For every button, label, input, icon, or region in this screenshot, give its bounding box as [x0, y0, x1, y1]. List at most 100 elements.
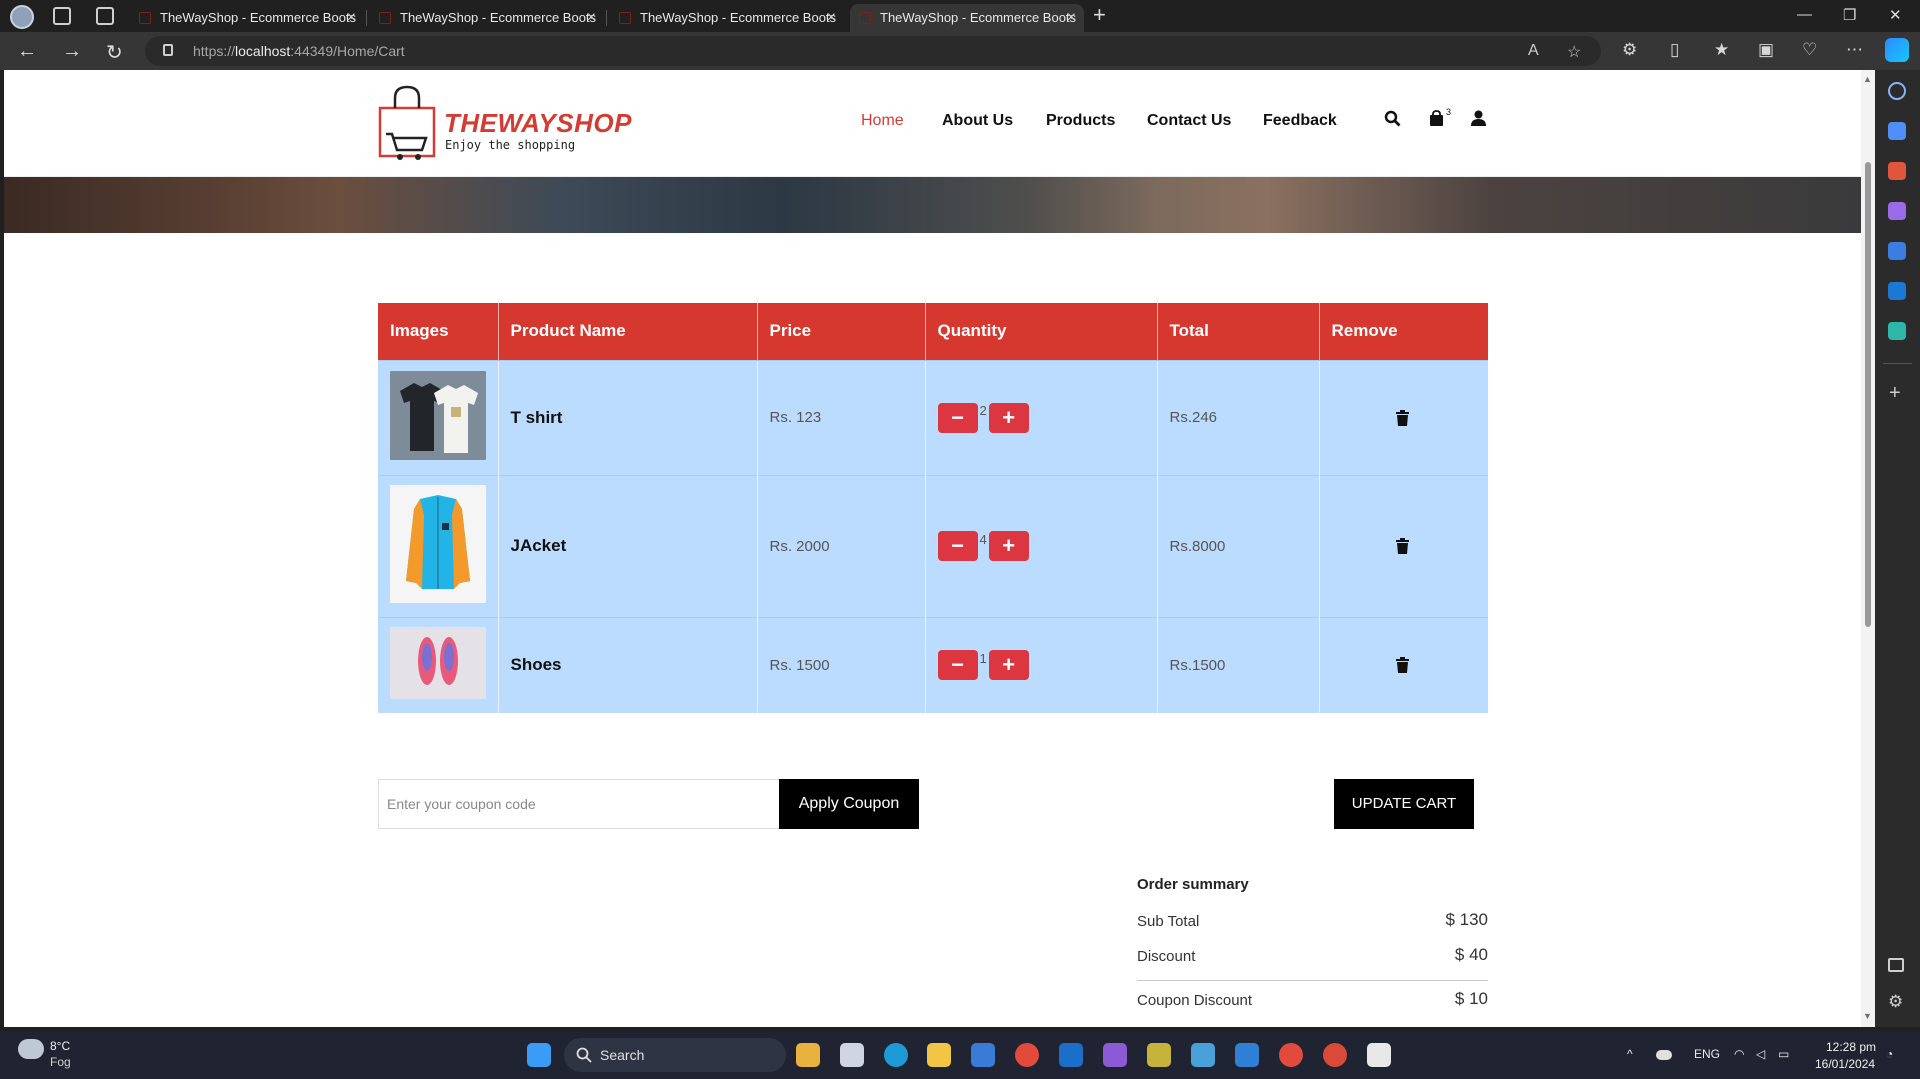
chrome-profile-icon[interactable] [1279, 1043, 1303, 1067]
weather-fog-icon[interactable] [18, 1039, 44, 1059]
sidebar-games-icon[interactable] [1888, 202, 1906, 220]
close-tab-icon[interactable]: × [347, 4, 356, 32]
tray-overflow-icon[interactable]: ^ [1627, 1047, 1633, 1061]
extensions-icon[interactable]: ⚙ [1622, 40, 1637, 60]
onedrive-cloud-icon[interactable] [1656, 1050, 1672, 1060]
battery-icon[interactable]: ▭ [1778, 1047, 1789, 1061]
snipping-tool-icon[interactable] [1367, 1043, 1391, 1067]
browser-tab-4-active[interactable]: TheWayShop - Ecommerce Boots × [850, 4, 1084, 32]
trash-icon[interactable] [1395, 409, 1409, 426]
scroll-up-icon[interactable]: ▲ [1863, 74, 1872, 84]
task-view-icon[interactable] [840, 1043, 864, 1067]
forward-icon[interactable]: → [62, 40, 82, 63]
nav-contact-us[interactable]: Contact Us [1147, 112, 1231, 130]
shopping-bag-icon[interactable] [1429, 110, 1444, 126]
copilot-icon[interactable] [1885, 38, 1909, 62]
decrease-quantity-button[interactable]: − [937, 531, 978, 561]
file-explorer-icon[interactable] [927, 1043, 951, 1067]
lock-icon[interactable] [163, 44, 173, 56]
language-indicator[interactable]: ENG [1694, 1047, 1720, 1061]
minimize-icon[interactable]: — [1797, 6, 1812, 23]
tab-favicon [139, 12, 151, 24]
page-viewport: THEWAYSHOP Enjoy the shopping Home About… [4, 70, 1861, 1027]
page-scrollbar[interactable]: ▲ ▼ [1861, 70, 1875, 1027]
taskbar-time[interactable]: 12:28 pm [1826, 1040, 1876, 1054]
read-aloud-icon[interactable]: A [1528, 42, 1539, 60]
start-windows-icon[interactable] [527, 1043, 551, 1067]
remote-desktop-icon[interactable] [1191, 1043, 1215, 1067]
taskbar-date[interactable]: 16/01/2024 [1815, 1057, 1875, 1071]
logo-title[interactable]: THEWAYSHOP [444, 108, 632, 139]
nav-products[interactable]: Products [1046, 112, 1115, 130]
tshirt-product-image[interactable] [390, 371, 486, 460]
shopping-bag-logo-icon[interactable] [378, 84, 436, 162]
volume-icon[interactable]: ◁ [1756, 1047, 1765, 1061]
increase-quantity-button[interactable]: + [988, 402, 1029, 433]
increase-quantity-button[interactable]: + [988, 531, 1029, 561]
update-cart-button[interactable]: UPDATE CART [1334, 779, 1474, 829]
nav-about-us[interactable]: About Us [942, 112, 1013, 130]
notepad-icon[interactable] [1235, 1043, 1259, 1067]
sidebar-outlook-icon[interactable] [1888, 282, 1906, 300]
visual-studio-icon[interactable] [1103, 1043, 1127, 1067]
back-icon[interactable]: ← [17, 40, 37, 63]
close-window-icon[interactable]: ✕ [1889, 6, 1902, 24]
profile-avatar[interactable] [10, 5, 34, 29]
notifications-bell-icon[interactable]: ◔ [1886, 1047, 1893, 1061]
collections-icon[interactable]: ▣ [1758, 40, 1774, 60]
sidebar-m365-icon[interactable] [1888, 242, 1906, 260]
outlook-icon[interactable] [1059, 1043, 1083, 1067]
sidebar-settings-gear-icon[interactable]: ⚙ [1888, 992, 1903, 1012]
edge-browser-icon[interactable] [884, 1043, 908, 1067]
weather-condition[interactable]: Fog [50, 1055, 71, 1069]
microsoft-store-icon[interactable] [971, 1043, 995, 1067]
favorite-star-icon[interactable]: ☆ [1567, 42, 1581, 62]
search-icon[interactable] [1384, 110, 1401, 127]
decrease-quantity-button[interactable]: − [937, 402, 978, 433]
close-tab-icon[interactable]: × [587, 4, 596, 32]
close-tab-icon[interactable]: × [827, 4, 836, 32]
sidebar-drop-icon[interactable] [1888, 322, 1906, 340]
browser-essentials-icon[interactable]: ♡ [1802, 40, 1817, 60]
coupon-code-input[interactable]: Enter your coupon code [378, 779, 782, 829]
sidebar-search-icon[interactable] [1888, 82, 1906, 100]
address-bar[interactable]: https://localhost:44349/Home/Cart A ☆ [145, 36, 1601, 66]
sidebar-hide-icon[interactable] [1888, 958, 1904, 972]
shoes-product-image[interactable] [390, 627, 486, 700]
new-tab-button[interactable]: + [1093, 2, 1106, 28]
browser-tab-2[interactable]: TheWayShop - Ecommerce Boots × [370, 4, 604, 32]
trash-icon[interactable] [1395, 657, 1409, 674]
decrease-quantity-button[interactable]: − [937, 650, 978, 681]
taskbar-search-icon [576, 1047, 592, 1063]
refresh-icon[interactable]: ↻ [106, 40, 123, 65]
increase-quantity-button[interactable]: + [988, 650, 1029, 681]
split-screen-icon[interactable]: ▯ [1670, 40, 1679, 60]
apply-coupon-button[interactable]: Apply Coupon [779, 779, 919, 829]
more-menu-icon[interactable]: ⋯ [1846, 40, 1863, 60]
scrollbar-thumb[interactable] [1865, 162, 1871, 627]
restore-icon[interactable]: ❐ [1843, 6, 1856, 24]
trash-icon[interactable] [1395, 538, 1409, 554]
url-text[interactable]: https://localhost:44349/Home/Cart [193, 43, 405, 59]
jacket-product-image[interactable] [390, 485, 486, 603]
close-tab-icon[interactable]: × [1067, 4, 1076, 32]
browser-tab-1[interactable]: TheWayShop - Ecommerce Boots × [130, 4, 364, 32]
app-icon[interactable] [1147, 1043, 1171, 1067]
wifi-icon[interactable]: ◠ [1734, 1047, 1744, 1061]
chrome-icon[interactable] [1015, 1043, 1039, 1067]
nav-home[interactable]: Home [861, 112, 904, 130]
copilot-taskbar-icon[interactable] [796, 1043, 820, 1067]
workspaces-icon[interactable] [53, 7, 71, 25]
favorites-icon[interactable]: ★ [1714, 40, 1729, 60]
sidebar-tools-icon[interactable] [1888, 162, 1906, 180]
scroll-down-icon[interactable]: ▼ [1863, 1011, 1872, 1021]
chrome-profile-2-icon[interactable] [1323, 1043, 1347, 1067]
tab-actions-icon[interactable] [96, 7, 114, 25]
nav-feedback[interactable]: Feedback [1263, 112, 1337, 130]
weather-temperature[interactable]: 8°C [50, 1039, 70, 1053]
browser-tab-3[interactable]: TheWayShop - Ecommerce Boots × [610, 4, 844, 32]
user-icon[interactable] [1471, 110, 1486, 126]
sidebar-add-icon[interactable]: + [1889, 382, 1901, 405]
taskbar-search-box[interactable]: Search [564, 1038, 786, 1072]
sidebar-shopping-icon[interactable] [1888, 122, 1906, 140]
